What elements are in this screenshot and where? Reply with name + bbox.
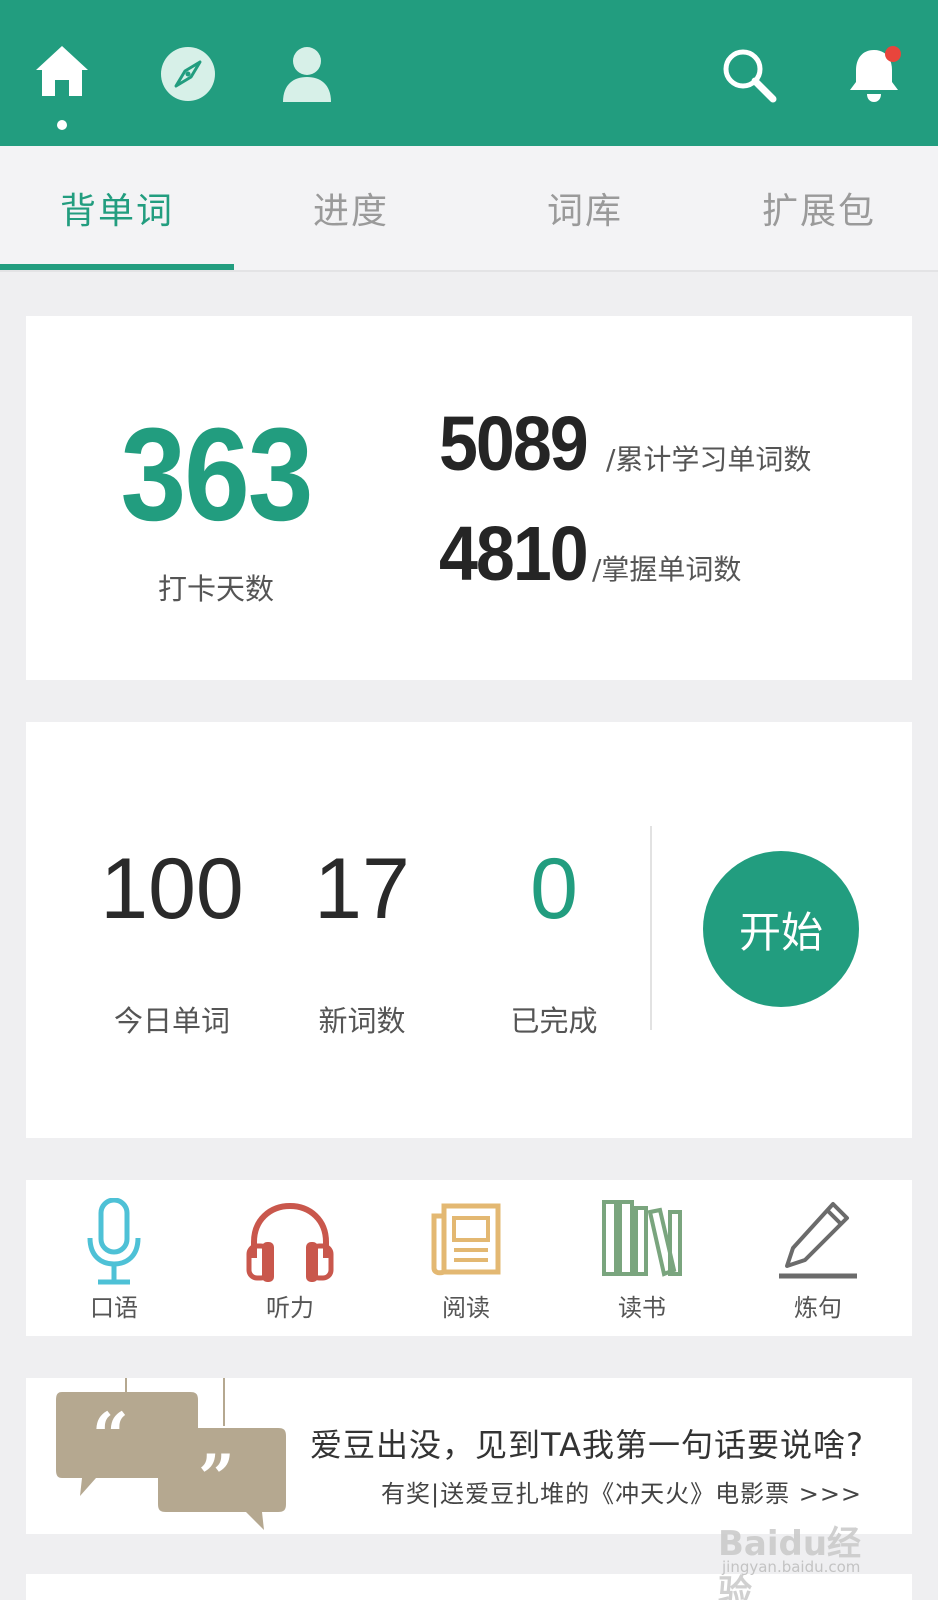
- today-words-label: 今日单词: [113, 1004, 230, 1038]
- tab-memorize-words[interactable]: 背单词: [0, 146, 234, 270]
- today-words-value: 100: [100, 841, 244, 937]
- feature-label: 听力: [266, 1294, 314, 1322]
- feature-label: 读书: [618, 1294, 666, 1322]
- total-learned-label: /累计学习单词数: [606, 443, 812, 476]
- books-icon: [554, 1198, 730, 1288]
- tab-extension-pack[interactable]: 扩展包: [702, 146, 936, 270]
- microphone-icon: [26, 1198, 202, 1288]
- pencil-icon: [730, 1198, 906, 1288]
- active-indicator-dot: [57, 120, 67, 130]
- home-icon[interactable]: [32, 42, 92, 102]
- start-button[interactable]: 开始: [703, 851, 859, 1007]
- headphones-icon: [202, 1198, 378, 1288]
- user-icon[interactable]: [280, 44, 334, 104]
- top-bar: [0, 0, 938, 146]
- search-icon[interactable]: [720, 46, 778, 104]
- feature-books[interactable]: 读书: [554, 1180, 730, 1336]
- today-card: 100 今日单词 17 新词数 0 已完成 开始: [26, 722, 912, 1138]
- completed-label: 已完成: [510, 1004, 598, 1038]
- feature-label: 炼句: [794, 1294, 842, 1322]
- checkin-days-label: 打卡天数: [157, 572, 274, 606]
- svg-text:“: “: [92, 1399, 129, 1474]
- feature-listening[interactable]: 听力: [202, 1180, 378, 1336]
- quote-bubbles-icon: “ ”: [56, 1378, 286, 1534]
- total-learned-value: 5089: [439, 400, 589, 487]
- active-tab-underline: [0, 264, 234, 270]
- tab-bar: 背单词 进度 词库 扩展包: [0, 146, 938, 272]
- compass-icon[interactable]: [160, 46, 216, 102]
- watermark-url: jingyan.baidu.com: [722, 1558, 861, 1576]
- promo-banner[interactable]: “ ” 爱豆出没，见到TA我第一句话要说啥? 有奖|送爱豆扎堆的《冲天火》电影票…: [26, 1378, 912, 1534]
- new-words-label: 新词数: [318, 1004, 406, 1038]
- new-words-value: 17: [314, 841, 410, 937]
- features-card: 口语 听力 阅读 读书 炼句: [26, 1180, 912, 1336]
- newspaper-icon: [378, 1198, 554, 1288]
- completed-value: 0: [530, 841, 578, 937]
- summary-card: 363 打卡天数 5089 /累计学习单词数 4810 /掌握单词数: [26, 316, 912, 680]
- divider: [650, 826, 652, 1030]
- feature-speaking[interactable]: 口语: [26, 1180, 202, 1336]
- banner-title: 爱豆出没，见到TA我第一句话要说啥?: [310, 1426, 864, 1464]
- banner-subtitle[interactable]: 有奖|送爱豆扎堆的《冲天火》电影票 >>>: [381, 1474, 862, 1509]
- feature-reading[interactable]: 阅读: [378, 1180, 554, 1336]
- mastered-label: /掌握单词数: [592, 553, 742, 586]
- checkin-days-value: 363: [120, 401, 314, 549]
- feature-label: 阅读: [442, 1294, 490, 1322]
- mastered-value: 4810: [439, 510, 589, 597]
- notification-badge: [885, 46, 901, 62]
- feature-sentence-practice[interactable]: 炼句: [730, 1180, 906, 1336]
- tab-progress[interactable]: 进度: [234, 146, 468, 270]
- svg-text:”: ”: [198, 1441, 235, 1516]
- feature-label: 口语: [90, 1294, 138, 1322]
- tab-word-library[interactable]: 词库: [468, 146, 702, 270]
